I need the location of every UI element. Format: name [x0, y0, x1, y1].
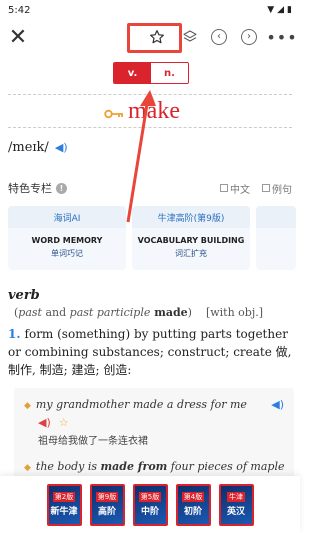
toggle-chinese-label: 中文	[230, 184, 250, 196]
book-elementary[interactable]: 第4版 初阶	[175, 483, 211, 526]
example-1: ◆ my grandmother made a dress for me	[24, 398, 247, 411]
book-title: 英汉	[226, 507, 245, 517]
speaker-icon[interactable]: ◀)	[55, 141, 68, 154]
pos-heading: verb	[8, 288, 40, 303]
book-title: 高阶	[97, 507, 116, 517]
pos-tabs: v. n.	[113, 62, 189, 84]
card-partial[interactable]	[256, 206, 296, 270]
card-source: 海词AI	[8, 206, 126, 228]
book-edition: 第5版	[138, 492, 162, 502]
card-subtitle: 词汇扩充	[175, 249, 207, 258]
toggle-example[interactable]: 例句	[262, 181, 292, 196]
status-time: 5:42	[8, 4, 31, 16]
example-1-text: my grandmother made a dress for me	[35, 398, 247, 411]
wifi-icon: ▼	[267, 5, 275, 15]
card-source	[256, 206, 296, 228]
divider	[8, 127, 292, 128]
example-2-prefix: the body is	[35, 460, 101, 473]
card-word-memory[interactable]: 海词AI WORD MEMORY 单词巧记	[8, 206, 126, 270]
checkbox-icon	[262, 184, 270, 192]
book-new-oxford[interactable]: 第2版 新牛津	[46, 483, 82, 526]
example-1-translation: 祖母给我做了一条连衣裙	[38, 436, 148, 447]
book-english-chinese[interactable]: 牛津 英汉	[218, 483, 254, 526]
book-title: 初阶	[183, 507, 202, 517]
example-1-actions: ◀) ☆	[38, 416, 69, 429]
speaker-icon[interactable]: ◀)	[38, 416, 51, 429]
feature-title: 特色专栏	[8, 182, 52, 195]
card-title: WORD MEMORY	[31, 236, 103, 245]
close-icon[interactable]: ✕	[4, 22, 32, 52]
tab-noun[interactable]: n.	[151, 63, 188, 83]
grammar-past-participle: past participle	[69, 306, 151, 319]
speaker-icon[interactable]: ◀)	[271, 398, 284, 411]
dictionary-bar: 第2版 新牛津 第9版 高阶 第5版 中阶 第4版 初阶 牛津 英汉	[0, 476, 300, 533]
diamond-icon: ◆	[24, 463, 31, 473]
card-source: 牛津高阶(第9版)	[132, 206, 250, 228]
book-edition: 第9版	[95, 492, 119, 502]
example-2-bold: made from	[100, 460, 168, 473]
example-2: ◆ the body is made from four pieces of ma…	[24, 460, 284, 473]
toggle-chinese[interactable]: 中文	[220, 181, 250, 196]
tab-verb[interactable]: v.	[114, 63, 151, 83]
grammar-suffix: ) [with obj.]	[187, 306, 264, 319]
example-2-suffix: four pieces of maple	[167, 460, 285, 473]
layers-icon[interactable]	[180, 22, 200, 52]
book-edition: 第2版	[52, 492, 76, 502]
status-bar: 5:42 ▼ ◢ ▮	[0, 0, 300, 20]
headword: make	[128, 98, 180, 124]
sense-number: 1.	[8, 327, 21, 341]
grammar-note: (past and past participle made) [with ob…	[14, 306, 263, 319]
status-icons: ▼ ◢ ▮	[267, 5, 292, 15]
card-subtitle: 单词巧记	[51, 249, 83, 258]
card-title: VOCABULARY BUILDING	[137, 236, 245, 245]
grammar-mid: and	[41, 306, 70, 319]
grammar-form: made	[150, 306, 188, 319]
sense-1: 1. form (something) by putting parts toge…	[8, 325, 294, 379]
feature-header: 特色专栏 ! 中文 例句	[8, 180, 292, 196]
sense-text: form (something) by putting parts togeth…	[8, 327, 292, 377]
book-edition: 第4版	[181, 492, 205, 502]
star-icon[interactable]: ☆	[59, 416, 69, 429]
info-icon[interactable]: !	[56, 182, 67, 194]
toggle-example-label: 例句	[272, 184, 292, 196]
chevron-right-icon[interactable]: ›	[238, 22, 260, 52]
card-vocabulary-building[interactable]: 牛津高阶(第9版) VOCABULARY BUILDING 词汇扩充	[132, 206, 250, 270]
phonetic-row: /meɪk/ ◀)	[8, 140, 68, 155]
annotation-highlight-box	[127, 23, 182, 53]
book-intermediate[interactable]: 第5版 中阶	[132, 483, 168, 526]
divider	[8, 94, 292, 95]
diamond-icon: ◆	[24, 401, 31, 411]
battery-icon: ▮	[287, 5, 292, 15]
checkbox-icon	[220, 184, 228, 192]
phonetic-text: /meɪk/	[8, 140, 49, 155]
signal-icon: ◢	[277, 5, 285, 15]
grammar-past: past	[18, 306, 42, 319]
more-icon[interactable]: •••	[266, 22, 296, 52]
book-advanced[interactable]: 第9版 高阶	[89, 483, 125, 526]
feature-cards: 海词AI WORD MEMORY 单词巧记 牛津高阶(第9版) VOCABULA…	[8, 206, 300, 270]
book-title: 中阶	[140, 507, 159, 517]
key-icon	[104, 106, 124, 124]
book-edition: 牛津	[227, 492, 245, 502]
chevron-left-icon[interactable]: ‹	[208, 22, 230, 52]
book-title: 新牛津	[50, 507, 78, 517]
